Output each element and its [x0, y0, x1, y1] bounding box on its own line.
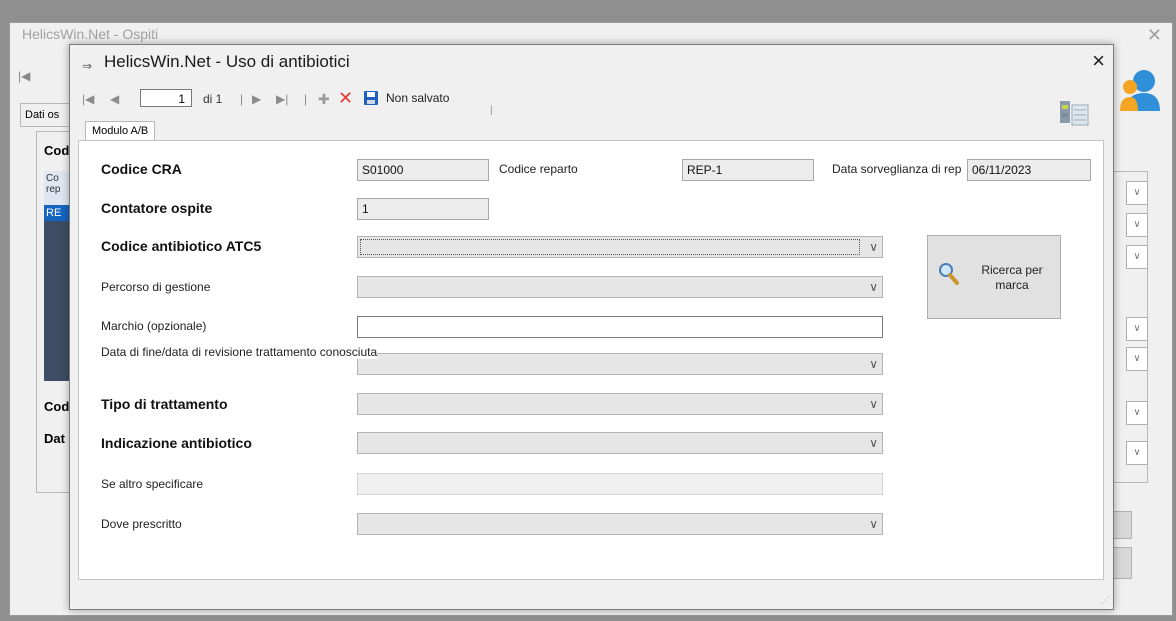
codice-atc5-combo[interactable]: ∨: [357, 236, 883, 258]
chevron-down-icon: ∨: [869, 240, 878, 254]
background-window-title: HelicsWin.Net - Ospiti: [22, 26, 159, 42]
antibiotics-dialog: ⇒ HelicsWin.Net - Uso di antibiotici × |…: [69, 44, 1114, 610]
codice-reparto-field[interactable]: REP-1: [682, 159, 814, 181]
tab-modulo-ab[interactable]: Modulo A/B: [85, 121, 156, 140]
codice-cra-label: Codice CRA: [101, 161, 182, 177]
background-combo-6[interactable]: ∨: [1126, 401, 1148, 425]
background-button-2[interactable]: [1112, 547, 1132, 579]
first-record-icon[interactable]: |◀: [82, 92, 94, 106]
data-fine-combo[interactable]: ∨: [357, 353, 883, 375]
form-panel: Codice CRA S01000 Codice reparto REP-1 D…: [78, 140, 1104, 580]
codice-atc5-label: Codice antibiotico ATC5: [101, 238, 262, 254]
codice-cra-field[interactable]: S01000: [357, 159, 489, 181]
percorso-gestione-combo[interactable]: ∨: [357, 276, 883, 298]
se-altro-field[interactable]: [357, 473, 883, 495]
data-sorveglianza-field[interactable]: 06/11/2023: [967, 159, 1091, 181]
marchio-label: Marchio (opzionale): [101, 319, 207, 333]
background-label-1: Cod: [44, 143, 70, 158]
separator-3: |: [490, 105, 493, 116]
background-button-1[interactable]: [1112, 511, 1132, 539]
indicazione-antibiotico-label: Indicazione antibiotico: [101, 435, 252, 451]
save-status-label: Non salvato: [386, 91, 450, 105]
chevron-down-icon: ∨: [869, 280, 878, 294]
contatore-ospite-field[interactable]: 1: [357, 198, 489, 220]
contatore-ospite-label: Contatore ospite: [101, 200, 213, 216]
resize-grip[interactable]: ⋰: [1101, 595, 1110, 606]
save-icon[interactable]: [364, 91, 378, 105]
background-combo-7[interactable]: ∨: [1126, 441, 1148, 465]
dialog-title: HelicsWin.Net - Uso di antibiotici: [104, 52, 350, 71]
background-label-2: Cod: [44, 399, 70, 414]
background-close-icon[interactable]: ✕: [1147, 25, 1162, 46]
separator-1: |: [240, 92, 244, 106]
data-fine-label: Data di fine/data di revisione trattamen…: [101, 345, 378, 359]
separator-2: |: [304, 92, 308, 106]
background-combo-2[interactable]: ∨: [1126, 213, 1148, 237]
delete-icon[interactable]: ✕: [338, 88, 353, 109]
background-nav-icon: |◀: [18, 69, 31, 83]
tipo-trattamento-combo[interactable]: ∨: [357, 393, 883, 415]
background-combo-1[interactable]: ∨: [1126, 181, 1148, 205]
record-count-label: di 1: [203, 92, 223, 106]
last-record-icon[interactable]: ▶|: [276, 92, 288, 106]
se-altro-label: Se altro specificare: [101, 477, 204, 491]
tipo-trattamento-label: Tipo di trattamento: [101, 396, 228, 412]
magnifier-icon: [938, 262, 960, 286]
marchio-input[interactable]: [357, 316, 883, 338]
background-combo-5[interactable]: ∨: [1126, 347, 1148, 371]
chevron-down-icon: ∨: [869, 397, 878, 411]
user-icon: [1120, 67, 1160, 111]
ricerca-per-marca-label: Ricerca per marca: [981, 263, 1043, 292]
background-combo-4[interactable]: ∨: [1126, 317, 1148, 341]
codice-reparto-label: Codice reparto: [499, 162, 578, 176]
background-combo-3[interactable]: ∨: [1126, 245, 1148, 269]
ricerca-per-marca-button[interactable]: Ricerca per marca: [927, 235, 1061, 319]
indicazione-antibiotico-combo[interactable]: ∨: [357, 432, 883, 454]
dove-prescritto-label: Dove prescritto: [101, 517, 182, 531]
database-icon[interactable]: [1058, 97, 1090, 127]
chevron-down-icon: ∨: [869, 517, 878, 531]
data-sorveglianza-label: Data sorveglianza di rep: [832, 162, 962, 176]
app-icon: ⇒: [82, 59, 93, 73]
percorso-gestione-label: Percorso di gestione: [101, 280, 211, 294]
add-icon[interactable]: ✚: [318, 91, 330, 108]
record-number-input[interactable]: 1: [140, 89, 192, 107]
dove-prescritto-combo[interactable]: ∨: [357, 513, 883, 535]
next-record-icon[interactable]: ▶: [252, 92, 261, 106]
chevron-down-icon: ∨: [869, 436, 878, 450]
prev-record-icon[interactable]: ◀: [110, 92, 119, 106]
chevron-down-icon: ∨: [869, 357, 878, 371]
close-icon[interactable]: ×: [1092, 49, 1105, 73]
background-label-3: Dat: [44, 431, 65, 446]
